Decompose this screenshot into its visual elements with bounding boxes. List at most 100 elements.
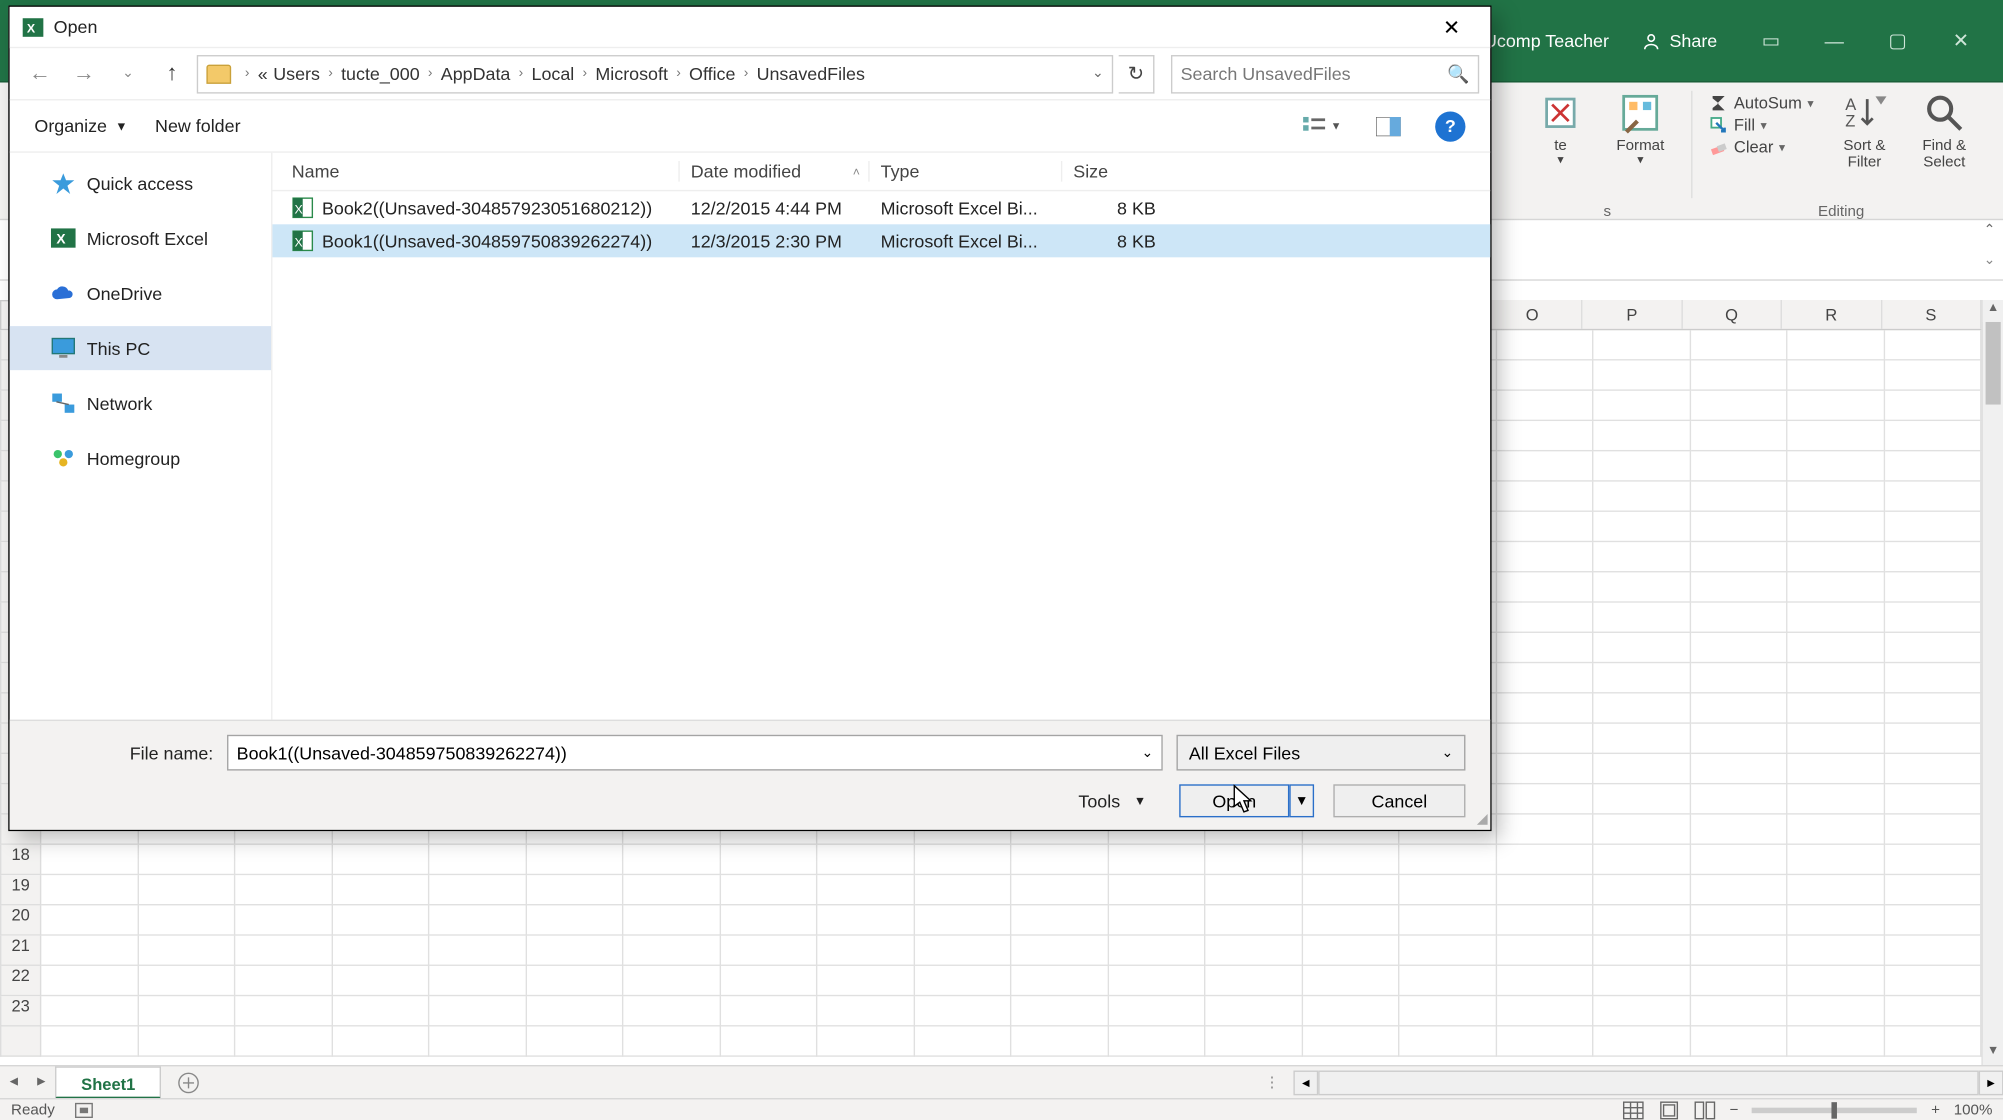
plus-circle-icon	[178, 1071, 200, 1093]
resize-grip-icon[interactable]: ◢	[1477, 812, 1488, 827]
sheet-tab-active[interactable]: Sheet1	[55, 1066, 161, 1099]
zoom-slider[interactable]	[1752, 1107, 1917, 1113]
col-type[interactable]: Type	[870, 161, 1063, 182]
zoom-out-button[interactable]: −	[1730, 1101, 1739, 1118]
excel-icon: X	[21, 14, 46, 39]
tab-nav-right-icon[interactable]: ►	[28, 1075, 56, 1090]
network-icon	[51, 392, 76, 414]
sort-filter-icon: AZ	[1842, 91, 1886, 135]
close-icon[interactable]: ✕	[1929, 20, 1992, 61]
nav-homegroup[interactable]: Homegroup	[10, 436, 271, 480]
file-row[interactable]: XBook1((Unsaved-304859750839262274))12/3…	[272, 224, 1490, 257]
delete-button-partial[interactable]: te ▾	[1523, 91, 1597, 168]
excel-file-icon: X	[292, 197, 314, 219]
nav-quick-access[interactable]: Quick access	[10, 161, 271, 205]
new-sheet-button[interactable]	[172, 1066, 205, 1099]
collapse-ribbon-icon[interactable]: ⌃	[1984, 223, 1996, 238]
delete-icon	[1539, 91, 1583, 135]
normal-view-icon[interactable]	[1622, 1100, 1644, 1119]
tab-split-handle[interactable]: ⋮	[1265, 1073, 1280, 1091]
share-button[interactable]: Share	[1642, 30, 1717, 51]
format-icon	[1618, 91, 1662, 135]
status-ready: Ready	[11, 1101, 55, 1118]
chevron-down-icon[interactable]: ⌄	[1142, 745, 1154, 760]
search-input[interactable]: Search UnsavedFiles 🔍	[1171, 54, 1479, 93]
filename-input[interactable]: Book1((Unsaved-304859750839262274)) ⌄	[227, 735, 1163, 771]
chevron-right-icon[interactable]: ›	[741, 66, 751, 81]
svg-text:X: X	[294, 235, 302, 249]
sheet-tabs: ◄ ► Sheet1 ⋮ ◄ ►	[0, 1065, 2003, 1098]
autosum-button[interactable]: AutoSum ▾	[1709, 94, 1813, 113]
recent-dropdown-icon[interactable]: ⌄	[109, 56, 148, 92]
chevron-right-icon[interactable]: ›	[516, 66, 526, 81]
col-size[interactable]: Size	[1062, 161, 1172, 182]
chevron-down-icon: ▼	[115, 119, 127, 133]
format-button[interactable]: Format ▾	[1603, 91, 1677, 168]
scroll-thumb[interactable]	[1986, 322, 2001, 405]
svg-text:X: X	[56, 232, 66, 247]
monitor-icon	[51, 337, 76, 359]
forward-button[interactable]: →	[65, 56, 104, 92]
chevron-right-icon[interactable]: ›	[325, 66, 335, 81]
col-modified[interactable]: Date modified ˄	[680, 161, 870, 182]
maximize-icon[interactable]: ▢	[1866, 20, 1929, 61]
help-button[interactable]: ?	[1435, 111, 1465, 141]
view-options-button[interactable]: ▼	[1303, 109, 1342, 142]
organize-button[interactable]: Organize ▼	[34, 116, 127, 137]
nav-onedrive[interactable]: OneDrive	[10, 271, 271, 315]
file-row[interactable]: XBook2((Unsaved-304857923051680212))12/2…	[272, 191, 1490, 224]
clear-button[interactable]: Clear ▾	[1709, 138, 1813, 157]
open-dialog: X Open ✕ ← → ⌄ ↑ › « Users › tucte_000 ›…	[8, 6, 1491, 832]
excel-app-icon: X	[51, 227, 76, 249]
expand-formula-icon[interactable]: ⌄	[1984, 253, 1996, 268]
hscroll-left-icon[interactable]: ◄	[1293, 1070, 1318, 1095]
breadcrumb[interactable]: › « Users › tucte_000 › AppData › Local …	[197, 54, 1113, 93]
search-placeholder: Search UnsavedFiles	[1181, 63, 1351, 84]
hscroll-right-icon[interactable]: ►	[1979, 1070, 2003, 1095]
scroll-down-icon[interactable]: ▼	[1983, 1043, 2003, 1065]
chevron-right-icon[interactable]: ›	[242, 66, 252, 81]
view-list-icon	[1303, 115, 1328, 137]
up-button[interactable]: ↑	[153, 56, 192, 92]
page-layout-view-icon[interactable]	[1658, 1100, 1680, 1119]
dialog-close-button[interactable]: ✕	[1424, 8, 1479, 47]
file-filter-dropdown[interactable]: All Excel Files ⌄	[1176, 735, 1465, 771]
chevron-right-icon[interactable]: ›	[580, 66, 590, 81]
nav-excel[interactable]: X Microsoft Excel	[10, 216, 271, 260]
find-select-button[interactable]: Find & Select	[1907, 91, 1981, 171]
ribbon-options-icon[interactable]: ▭	[1739, 20, 1802, 61]
vertical-scrollbar[interactable]: ▲ ▼	[1981, 300, 2003, 1065]
tools-dropdown[interactable]: Tools ▼	[1078, 791, 1146, 812]
scroll-up-icon[interactable]: ▲	[1983, 300, 2003, 322]
zoom-in-button[interactable]: +	[1931, 1101, 1940, 1118]
dialog-toolbar: Organize ▼ New folder ▼ ?	[10, 100, 1491, 152]
refresh-button[interactable]: ↻	[1119, 54, 1155, 93]
back-button[interactable]: ←	[21, 56, 60, 92]
col-name[interactable]: Name	[272, 161, 679, 182]
tab-nav-left-icon[interactable]: ◄	[0, 1075, 28, 1090]
preview-pane-button[interactable]	[1369, 109, 1408, 142]
open-button[interactable]: Open	[1179, 784, 1289, 817]
file-list-header[interactable]: Name Date modified ˄ Type Size	[272, 153, 1490, 192]
open-split-button[interactable]: ▼	[1289, 784, 1314, 817]
hscroll-track[interactable]	[1318, 1070, 1978, 1095]
page-break-view-icon[interactable]	[1694, 1100, 1716, 1119]
macro-record-icon[interactable]	[74, 1101, 93, 1118]
find-icon	[1922, 91, 1966, 135]
cancel-button[interactable]: Cancel	[1333, 784, 1465, 817]
dialog-nav: ← → ⌄ ↑ › « Users › tucte_000 › AppData …	[10, 48, 1491, 100]
fill-button[interactable]: Fill ▾	[1709, 116, 1813, 135]
status-bar: Ready − + 100%	[0, 1098, 2003, 1120]
minimize-icon[interactable]: —	[1803, 20, 1866, 61]
sort-filter-button[interactable]: AZ Sort & Filter	[1827, 91, 1901, 171]
eraser-icon	[1709, 138, 1728, 157]
nav-this-pc[interactable]: This PC	[10, 326, 271, 370]
chevron-right-icon[interactable]: ›	[673, 66, 683, 81]
dialog-footer: File name: Book1((Unsaved-30485975083926…	[10, 720, 1491, 830]
chevron-right-icon[interactable]: ›	[425, 66, 435, 81]
path-dropdown-icon[interactable]: ⌄	[1092, 66, 1104, 81]
nav-network[interactable]: Network	[10, 381, 271, 425]
new-folder-button[interactable]: New folder	[155, 116, 241, 137]
excel-file-icon: X	[292, 230, 314, 252]
zoom-level[interactable]: 100%	[1954, 1101, 1993, 1118]
